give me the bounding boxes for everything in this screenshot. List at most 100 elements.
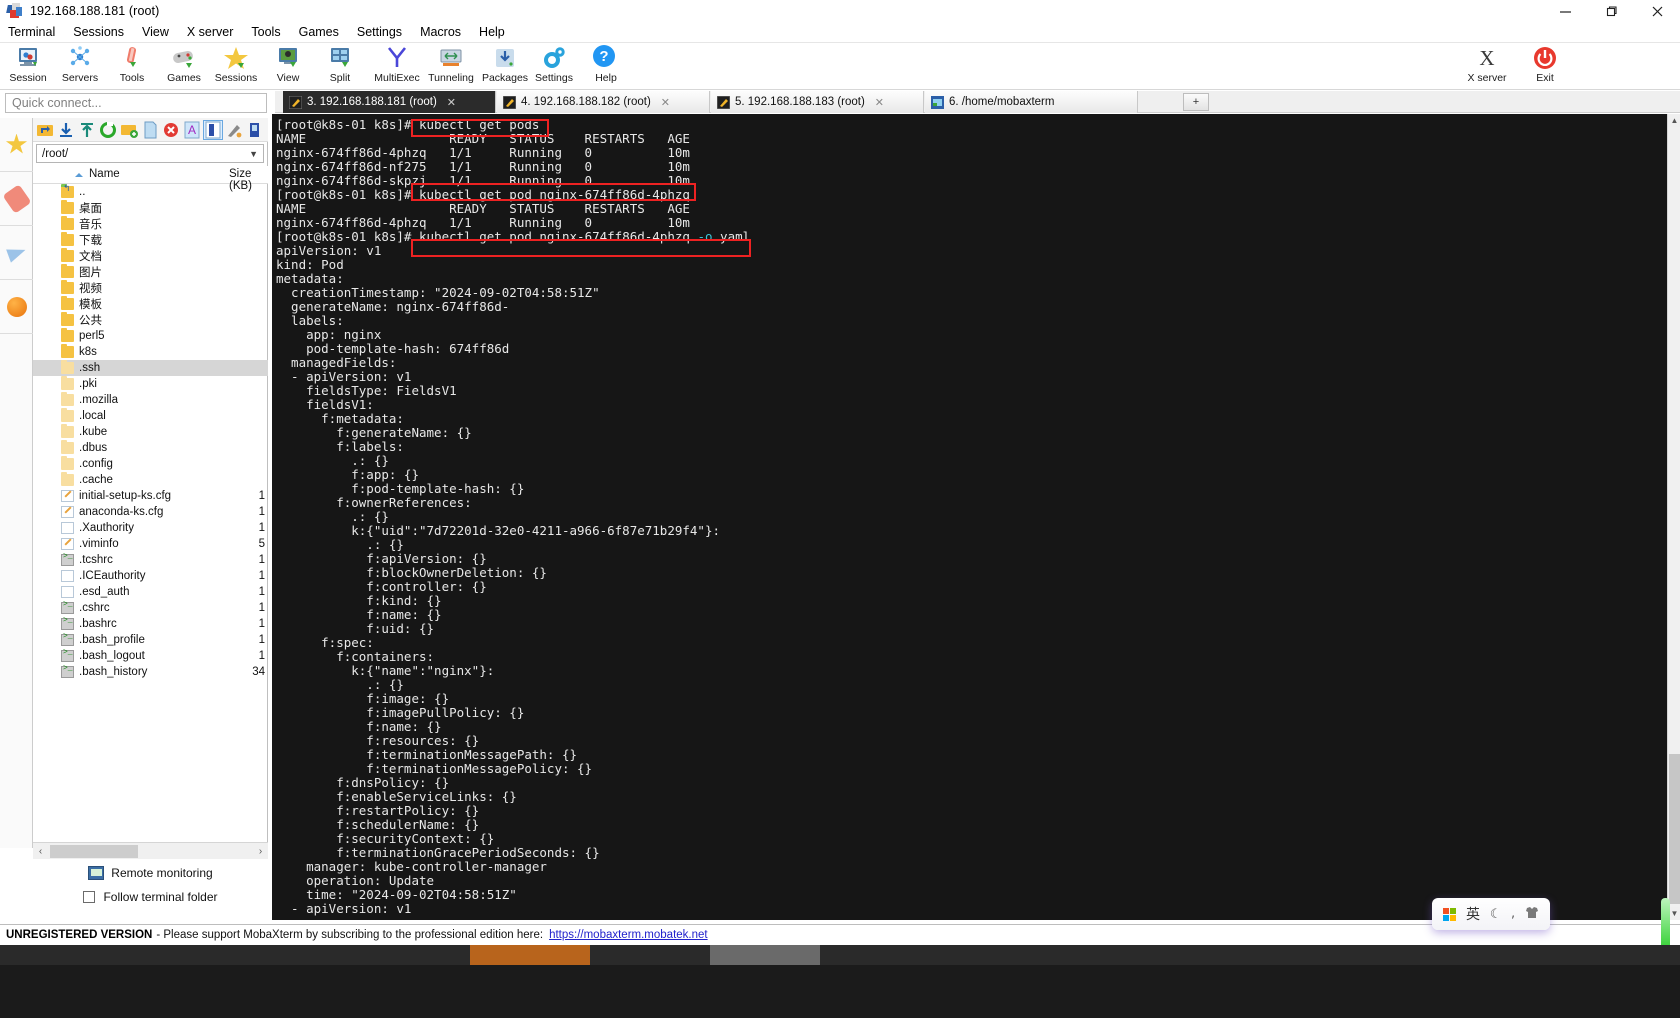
mobaxterm-link[interactable]: https://mobaxterm.mobatek.net	[549, 929, 708, 941]
taskbar-segment-3[interactable]	[710, 945, 820, 965]
file-list-item[interactable]: k8s	[33, 344, 268, 360]
file-list-item[interactable]: .mozilla	[33, 392, 268, 408]
tab-close-icon[interactable]: ✕	[447, 96, 456, 109]
binary-mode-icon[interactable]	[203, 119, 223, 140]
new-file-icon[interactable]	[141, 121, 159, 139]
column-header-name[interactable]: Name	[89, 168, 120, 180]
menu-item-settings[interactable]: Settings	[348, 22, 411, 43]
maximize-button[interactable]	[1588, 0, 1634, 22]
terminal-scroll-thumb[interactable]	[1669, 754, 1680, 904]
chevron-down-icon[interactable]: ▼	[249, 149, 258, 159]
scroll-track[interactable]	[48, 844, 253, 858]
file-list-item[interactable]: ..	[33, 184, 268, 200]
file-list-item[interactable]: 模板	[33, 296, 268, 312]
file-list-item[interactable]: .Xauthority 1	[33, 520, 268, 536]
menu-item-view[interactable]: View	[133, 22, 178, 43]
file-list[interactable]: .. 桌面音乐下载文档图片视频模板公共 perl5 k8s .ssh .pki .mozil…	[33, 184, 268, 896]
file-list-item[interactable]: 桌面	[33, 200, 268, 216]
minimize-button[interactable]	[1542, 0, 1588, 22]
file-list-item[interactable]: .cache	[33, 472, 268, 488]
rail-item-tools[interactable]	[0, 172, 33, 226]
toolbar-button-servers[interactable]: Servers	[54, 43, 106, 89]
file-list-item[interactable]: 音乐	[33, 216, 268, 232]
file-list-item[interactable]: anaconda-ks.cfg 1	[33, 504, 268, 520]
upload-icon[interactable]	[78, 121, 96, 139]
text-mode-icon[interactable]: A	[183, 121, 201, 139]
delete-icon[interactable]	[162, 121, 180, 139]
taskbar-segment-active[interactable]	[470, 945, 590, 965]
new-tab-button[interactable]: +	[1183, 93, 1209, 111]
scroll-up-icon[interactable]: ▲	[1668, 114, 1680, 127]
file-list-item[interactable]: .dbus	[33, 440, 268, 456]
file-list-item[interactable]: .config	[33, 456, 268, 472]
tab-close-icon[interactable]: ✕	[875, 96, 884, 109]
file-list-item[interactable]: .bash_logout 1	[33, 648, 268, 664]
menu-item-terminal[interactable]: Terminal	[0, 22, 64, 43]
ime-language-icon[interactable]: 英	[1466, 904, 1480, 924]
toolbar-button-session[interactable]: Session	[2, 43, 54, 89]
tab-192-168-188-183[interactable]: 5. 192.168.188.183 (root) ✕	[711, 91, 924, 113]
tab-192-168-188-181[interactable]: 3. 192.168.188.181 (root) ✕	[283, 91, 496, 113]
rail-item-send[interactable]	[0, 226, 33, 280]
file-list-item[interactable]: initial-setup-ks.cfg 1	[33, 488, 268, 504]
refresh-icon[interactable]	[99, 121, 117, 139]
quick-connect-input[interactable]: Quick connect...	[5, 93, 267, 113]
file-list-item[interactable]: .ICEauthority 1	[33, 568, 268, 584]
file-list-item[interactable]: .esd_auth 1	[33, 584, 268, 600]
file-list-item[interactable]: perl5	[33, 328, 268, 344]
rail-item-favorites[interactable]	[0, 118, 33, 172]
file-list-item[interactable]: 文档	[33, 248, 268, 264]
ime-punctuation-icon[interactable]: ⸴	[1512, 905, 1515, 923]
toolbar-button-help[interactable]: ? Help	[580, 43, 632, 89]
taskbar-segment-4[interactable]	[820, 945, 1680, 965]
sort-ascending-icon[interactable]	[75, 173, 83, 177]
menu-item-sessions[interactable]: Sessions	[64, 22, 133, 43]
path-bar[interactable]: /root/ ▼	[36, 144, 264, 163]
download-icon[interactable]	[57, 121, 75, 139]
file-list-item[interactable]: 图片	[33, 264, 268, 280]
toolbar-button-split[interactable]: Split	[314, 43, 366, 89]
file-list-item[interactable]: 公共	[33, 312, 268, 328]
file-list-item[interactable]: .cshrc 1	[33, 600, 268, 616]
windows-logo-icon[interactable]	[1442, 907, 1456, 921]
file-list-item[interactable]: .kube	[33, 424, 268, 440]
rail-item-globe[interactable]	[0, 280, 33, 334]
menu-item-tools[interactable]: Tools	[242, 22, 289, 43]
file-list-item[interactable]: .bash_profile 1	[33, 632, 268, 648]
toolbar-button-view[interactable]: View	[262, 43, 314, 89]
file-list-item[interactable]: 下载	[33, 232, 268, 248]
toolbar-button-tools[interactable]: Tools	[106, 43, 158, 89]
taskbar-segment-1[interactable]	[0, 945, 470, 965]
file-list-hscrollbar[interactable]: ‹ ›	[33, 842, 268, 859]
quick-edit-icon[interactable]	[225, 121, 243, 139]
file-list-item[interactable]: .bash_history 34	[33, 664, 268, 680]
more-icon[interactable]	[246, 121, 264, 139]
toolbar-button-settings[interactable]: Settings	[528, 43, 580, 89]
tab-192-168-188-182[interactable]: 4. 192.168.188.182 (root) ✕	[497, 91, 710, 113]
scroll-left-icon[interactable]: ‹	[33, 846, 48, 857]
menu-item-games[interactable]: Games	[290, 22, 348, 43]
tab-close-icon[interactable]: ✕	[661, 96, 670, 109]
taskbar-segment-2[interactable]	[590, 945, 710, 965]
file-list-item[interactable]: .bashrc 1	[33, 616, 268, 632]
file-list-item[interactable]: .tcshrc 1	[33, 552, 268, 568]
file-list-item[interactable]: 视频	[33, 280, 268, 296]
terminal-scrollbar[interactable]: ▲ ▼	[1667, 114, 1680, 920]
file-list-item[interactable]: .ssh	[33, 360, 268, 376]
ime-toolbar[interactable]: 英 ☾ ⸴	[1432, 898, 1550, 930]
toolbar-button-exit[interactable]: Exit	[1516, 43, 1574, 89]
ime-moon-icon[interactable]: ☾	[1490, 906, 1502, 922]
scroll-thumb[interactable]	[50, 844, 138, 858]
toolbar-button-sessions[interactable]: Sessions	[210, 43, 262, 89]
menu-item-macros[interactable]: Macros	[411, 22, 470, 43]
new-folder-icon[interactable]	[120, 121, 138, 139]
follow-terminal-folder-checkbox[interactable]	[83, 891, 96, 903]
remote-monitoring-button[interactable]: Remote monitoring	[33, 866, 268, 880]
toolbar-button-multiexec[interactable]: MultiExec	[366, 43, 428, 89]
toolbar-button-packages[interactable]: Packages	[474, 43, 536, 89]
toolbar-button-tunneling[interactable]: Tunneling	[420, 43, 482, 89]
parent-folder-icon[interactable]	[36, 121, 54, 139]
file-list-item[interactable]: .local	[33, 408, 268, 424]
file-list-item[interactable]: .pki	[33, 376, 268, 392]
menu-item-help[interactable]: Help	[470, 22, 514, 43]
